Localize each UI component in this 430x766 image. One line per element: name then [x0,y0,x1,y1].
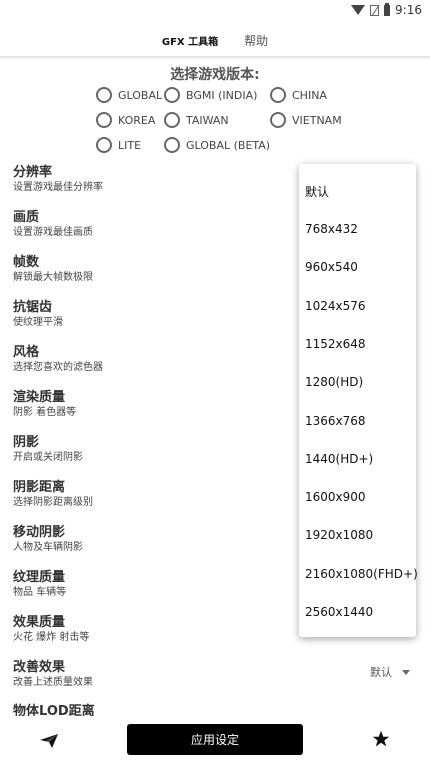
setting-shadows[interactable]: 阴影 开启或关闭阴影 [13,435,83,465]
radio-taiwan[interactable]: TAIWAN [164,112,229,128]
setting-title: 渲染质量 [13,390,66,405]
setting-title: 风格 [13,345,40,360]
setting-subtitle: 改善上述质量效果 [13,677,93,688]
setting-title: 阴影距离 [13,480,66,495]
setting-shadow-distance[interactable]: 阴影距离 选择阴影距离级别 [13,480,93,510]
radio-lite[interactable]: LITE [96,137,141,153]
menu-item-1920x1080[interactable]: 1920x1080 [305,528,373,542]
tab-gfx-tool[interactable]: GFX 工具箱 [156,26,224,56]
dropdown-value: 默认 [370,666,392,679]
radio-circle[interactable] [96,112,112,128]
tab-bar: GFX 工具箱 帮助 [0,26,430,56]
setting-title: 帧数 [13,255,40,270]
apply-settings-button[interactable]: 应用设定 [127,724,303,755]
setting-fps[interactable]: 帧数 解锁最大帧数极限 [13,255,93,285]
radio-label: TAIWAN [186,113,229,127]
no-sim-icon [370,4,380,16]
setting-render-quality[interactable]: 渲染质量 阴影 着色器等 [13,390,76,420]
radio-label: GLOBAL (BETA) [186,138,271,152]
status-bar: 9:16 [0,0,430,22]
menu-item-1600x900[interactable]: 1600x900 [305,490,366,504]
menu-item-768x432[interactable]: 768x432 [305,222,358,236]
status-icons: 9:16 [351,2,422,17]
radio-circle[interactable] [270,112,286,128]
radio-bgmi-india[interactable]: BGMI (INDIA) [164,87,257,103]
star-icon[interactable] [372,730,390,748]
tab-divider [0,56,430,60]
tab-help[interactable]: 帮助 [238,26,274,56]
radio-vietnam[interactable]: VIETNAM [270,112,342,128]
setting-subtitle: 开启或关闭阴影 [13,452,83,463]
radio-label: GLOBAL [118,88,163,102]
radio-label: CHINA [292,88,327,102]
setting-subtitle: 解锁最大帧数极限 [13,272,93,283]
menu-item-2560x1440[interactable]: 2560x1440 [305,605,373,619]
setting-subtitle: 设置游戏最佳分辨率 [13,182,103,193]
setting-texture-quality[interactable]: 纹理质量 物品 车辆等 [13,570,66,600]
radio-global[interactable]: GLOBAL [96,87,162,103]
radio-circle[interactable] [96,87,112,103]
setting-title: 分辨率 [13,165,53,180]
radio-label: KOREA [118,113,156,127]
menu-item-960x540[interactable]: 960x540 [305,260,358,274]
radio-circle[interactable] [164,87,180,103]
setting-moving-shadows[interactable]: 移动阴影 人物及车辆阴影 [13,525,83,555]
radio-label: VIETNAM [292,113,342,127]
setting-title: 纹理质量 [13,570,66,585]
bottom-bar: 应用设定 [0,716,430,766]
send-icon[interactable] [40,733,58,748]
chevron-down-icon [402,669,410,675]
radio-china[interactable]: CHINA [270,87,327,103]
setting-title: 移动阴影 [13,525,66,540]
setting-subtitle: 选择您喜欢的滤色器 [13,362,103,373]
setting-title: 抗锯齿 [13,300,53,315]
radio-korea[interactable]: KOREA [96,112,155,128]
radio-circle[interactable] [164,112,180,128]
radio-circle[interactable] [164,137,180,153]
radio-label: BGMI (INDIA) [186,88,258,102]
setting-title: 阴影 [13,435,40,450]
menu-item-2160x1080-fhd-plus[interactable]: 2160x1080(FHD+) [305,567,418,581]
setting-title: 改善效果 [13,660,66,675]
radio-label: LITE [118,138,142,152]
setting-subtitle: 火花 爆炸 射击等 [13,632,90,643]
version-title: 选择游戏版本: [170,67,260,83]
setting-improve-effects[interactable]: 改善效果 改善上述质量效果 [13,660,93,690]
setting-title: 画质 [13,210,40,225]
improve-effects-dropdown[interactable]: 默认 [370,664,410,680]
setting-title: 效果质量 [13,615,66,630]
setting-resolution[interactable]: 分辨率 设置游戏最佳分辨率 [13,165,103,195]
setting-effects-quality[interactable]: 效果质量 火花 爆炸 射击等 [13,615,89,645]
menu-item-1280-hd[interactable]: 1280(HD) [305,375,363,389]
setting-subtitle: 选择阴影距离级别 [13,497,93,508]
setting-anti-aliasing[interactable]: 抗锯齿 使纹理平滑 [13,300,63,330]
setting-style[interactable]: 风格 选择您喜欢的滤色器 [13,345,103,375]
radio-global-beta[interactable]: GLOBAL (BETA) [164,137,270,153]
setting-subtitle: 阴影 着色器等 [13,407,77,418]
status-time: 9:16 [395,3,422,17]
menu-item-1024x576[interactable]: 1024x576 [305,299,366,313]
menu-item-1366x768[interactable]: 1366x768 [305,414,366,428]
resolution-dropdown-menu: 默认 768x432 960x540 1024x576 1152x648 128… [299,164,418,637]
menu-item-1152x648[interactable]: 1152x648 [305,337,366,351]
setting-subtitle: 使纹理平滑 [13,317,63,328]
setting-subtitle: 人物及车辆阴影 [13,542,83,553]
wifi-icon [351,5,366,15]
setting-subtitle: 物品 车辆等 [13,587,67,598]
battery-icon [384,2,391,16]
setting-graphics[interactable]: 画质 设置游戏最佳画质 [13,210,93,240]
setting-subtitle: 设置游戏最佳画质 [13,227,93,238]
radio-circle[interactable] [96,137,112,153]
menu-item-1440-hd-plus[interactable]: 1440(HD+) [305,452,373,466]
radio-circle[interactable] [270,87,286,103]
menu-item-default[interactable]: 默认 [305,183,329,200]
